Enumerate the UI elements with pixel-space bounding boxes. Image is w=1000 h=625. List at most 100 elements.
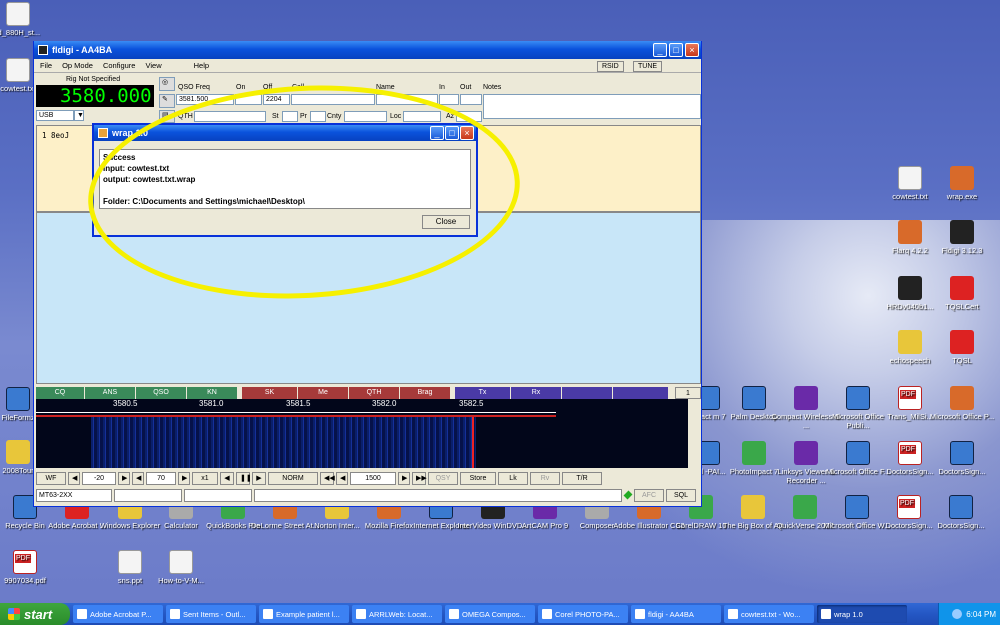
desktop-icon-doctorssign-3[interactable]: DoctorsSign... (925, 495, 997, 530)
scroll-left-button[interactable]: ◀ (220, 471, 234, 485)
flarq-icon (898, 220, 922, 244)
fldigi-titlebar[interactable]: fldigi - AA4BA (34, 41, 701, 59)
taskbar-item-wrap[interactable]: wrap 1.0 (817, 605, 907, 623)
lock-toggle[interactable]: Lk (498, 471, 528, 485)
reverse-toggle[interactable]: Rv (530, 471, 560, 485)
taskbar-item-fldigi[interactable]: fldigi - AA4BA (631, 605, 721, 623)
tr-toggle[interactable]: T/R (562, 471, 602, 485)
macro-empty-1-button[interactable] (562, 387, 612, 399)
pdf-icon (13, 550, 37, 574)
clock[interactable]: 6:04 PM (966, 610, 996, 619)
desktop-icon-doctorssign-2[interactable]: DoctorsSign... (926, 441, 998, 476)
wf-mode-button[interactable]: WF (36, 471, 66, 485)
close-button[interactable]: × (685, 43, 699, 57)
zoom-button[interactable]: x1 (192, 471, 218, 485)
offset-decrease-button[interactable]: ◀ (68, 471, 80, 485)
lookup-icon[interactable]: ✎ (159, 94, 175, 108)
start-button[interactable]: start (0, 603, 70, 625)
taskbar-item-acrobat[interactable]: Adobe Acrobat P... (73, 605, 163, 623)
mode-select[interactable]: USB (36, 110, 74, 121)
quickverse-icon (793, 495, 817, 519)
offset-increase-button[interactable]: ▶ (118, 471, 130, 485)
status-bar: MT63-2XX AFC SQL (36, 488, 701, 502)
macro-cq-button[interactable]: CQ (36, 387, 84, 399)
freq-up-button[interactable]: ▶ (398, 471, 410, 485)
sql-toggle[interactable]: SQL (666, 488, 696, 502)
level-decrease-button[interactable]: ◀ (132, 471, 144, 485)
macro-qso-button[interactable]: QSO (136, 387, 186, 399)
publisher-icon (846, 386, 870, 410)
freq-fast-up-button[interactable]: ▶▶ (412, 471, 427, 485)
level-field[interactable]: 70 (146, 471, 176, 485)
log-icon[interactable]: ◎ (159, 77, 175, 91)
afc-toggle[interactable]: AFC (634, 488, 664, 502)
scroll-right-button[interactable]: ▶ (252, 471, 266, 485)
desktop-icon-office-powerpoint[interactable]: Microsoft Office P... (926, 386, 998, 421)
taskbar-item-omega[interactable]: OMEGA Compos... (445, 605, 535, 623)
taskbar-item-arrlweb[interactable]: ARRLWeb: Locat... (352, 605, 442, 623)
menu-configure[interactable]: Configure (103, 61, 136, 70)
desktop-icon-9907034-pdf[interactable]: 9907034.pdf (0, 550, 61, 585)
waterfall[interactable]: 3580.5 3581.0 3581.5 3582.0 3582.5 (36, 399, 688, 468)
mode-dropdown-button[interactable]: ▼ (74, 110, 84, 121)
macro-qth-button[interactable]: QTH (349, 387, 399, 399)
status-message (254, 488, 622, 502)
speed-button[interactable]: NORM (268, 471, 318, 485)
macro-sk-button[interactable]: SK (242, 387, 297, 399)
taskbar-item-cowtest-word[interactable]: cowtest.txt - Wo... (724, 605, 814, 623)
taskbar-item-outlook[interactable]: Sent Items - Outl... (166, 605, 256, 623)
notes-field[interactable] (483, 94, 701, 119)
menu-op-mode[interactable]: Op Mode (62, 61, 93, 70)
freq-fast-down-button[interactable]: ◀◀ (320, 471, 335, 485)
maximize-button[interactable]: □ (669, 43, 683, 57)
outlook-icon (170, 609, 180, 619)
menu-file[interactable]: File (40, 61, 52, 70)
tune-toggle[interactable]: TUNE (633, 61, 663, 72)
pause-button[interactable]: ❚❚ (236, 471, 252, 485)
ppt-icon (118, 550, 142, 574)
taskbar-item-example-patient[interactable]: Example patient l... (259, 605, 349, 623)
rst-out-field[interactable] (460, 94, 482, 105)
box-icon (950, 166, 974, 190)
desktop-icon-how-to[interactable]: How-to-V-M... (145, 550, 217, 585)
acrobat-icon (77, 609, 87, 619)
offset-field[interactable]: -20 (82, 471, 116, 485)
windows-flag-icon (8, 608, 20, 620)
waterfall-signal (91, 417, 476, 468)
palm-icon (742, 386, 766, 410)
desktop-icon-tqsl[interactable]: TQSL (926, 330, 998, 365)
frequency-display[interactable]: 3580.000 (36, 85, 154, 107)
qsy-button[interactable]: QSY (428, 471, 458, 485)
desktop-icon-id880h[interactable]: id_880H_st... (0, 2, 54, 37)
macro-ans-button[interactable]: ANS (85, 387, 135, 399)
desktop-icon-wrap-exe[interactable]: wrap.exe (926, 166, 998, 201)
macro-page-indicator[interactable]: 1 (675, 387, 701, 399)
macro-me-button[interactable]: Me (298, 387, 348, 399)
macro-bar: CQ ANS QSO KN SK Me QTH Brag Tx Rx 1 (36, 387, 701, 399)
macro-brag-button[interactable]: Brag (400, 387, 450, 399)
taskbar-item-corel-photopaint[interactable]: Corel PHOTO-PA... (538, 605, 628, 623)
wrap-app-icon (98, 128, 108, 138)
desktop-icon-fldigi[interactable]: Fldigi 3.12.3 (926, 220, 998, 255)
signal-indicator (623, 490, 633, 500)
wrap-app-icon (821, 609, 831, 619)
level-increase-button[interactable]: ▶ (178, 471, 190, 485)
rig-label: Rig Not Specified (66, 76, 121, 83)
rsid-toggle[interactable]: RSID (597, 61, 624, 72)
macro-kn-button[interactable]: KN (187, 387, 237, 399)
audio-freq-field[interactable]: 1500 (350, 471, 396, 485)
tray-speaker-icon[interactable] (952, 609, 963, 619)
store-button[interactable]: Store (460, 471, 496, 485)
desktop-icon-tqslcert[interactable]: TQSLCert (926, 276, 998, 311)
rst-in-field[interactable] (439, 94, 459, 105)
omega-icon (449, 609, 459, 619)
macro-rx-button[interactable]: Rx (511, 387, 561, 399)
macro-empty-2-button[interactable] (613, 387, 668, 399)
macro-tx-button[interactable]: Tx (455, 387, 510, 399)
mode-status[interactable]: MT63-2XX (36, 488, 112, 502)
scale-tick-label: 3582.0 (372, 399, 397, 408)
freq-down-button[interactable]: ◀ (336, 471, 348, 485)
menu-view[interactable]: View (145, 61, 161, 70)
menu-help[interactable]: Help (194, 61, 209, 70)
minimize-button[interactable]: _ (653, 43, 667, 57)
